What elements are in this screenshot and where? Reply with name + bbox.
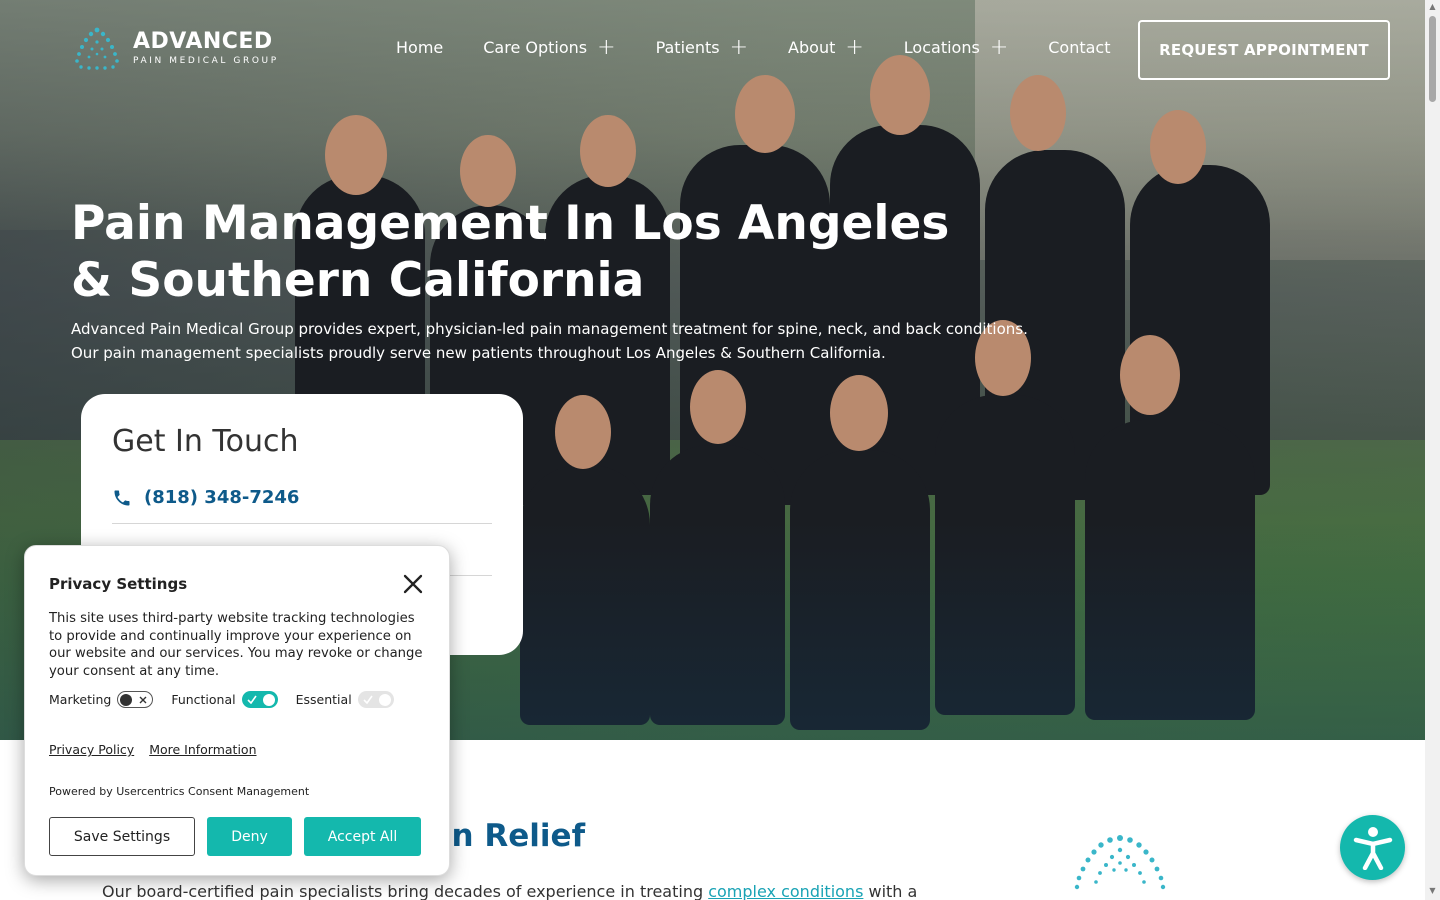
powered-by-text: Powered by Usercentrics Consent Manageme… [49,785,310,798]
phone-number: (818) 348-7246 [144,487,300,508]
team-photo-figure [870,55,930,135]
nav-item-about[interactable]: About + [788,36,864,58]
toggle-label: Functional [171,692,236,707]
scroll-down-arrow-icon[interactable]: ▼ [1425,886,1440,898]
team-photo-figure [555,395,611,469]
section-text-before: Our board-certified pain specialists bri… [102,882,709,900]
more-information-link[interactable]: More Information [149,742,256,757]
nav-item-label: Care Options [483,38,588,57]
essential-toggle [357,691,394,708]
toggle-group-functional: Functional [171,691,278,708]
divider [112,523,492,524]
scroll-thumb[interactable] [1429,16,1436,102]
toggle-label: Essential [295,692,352,707]
privacy-title: Privacy Settings [49,575,188,593]
logo-mark-icon [75,27,119,70]
nav-item-patients[interactable]: Patients + [655,36,748,58]
section-text: Our board-certified pain specialists bri… [102,882,917,900]
accessibility-icon [1353,826,1392,870]
toggle-knob [378,693,391,706]
dots-logo-icon [1074,835,1166,890]
nav-item-locations[interactable]: Locations + [903,36,1008,58]
team-photo-figure [1150,110,1206,184]
plus-icon[interactable]: + [990,36,1008,58]
main-nav: Home Care Options + Patients + About + L… [396,36,1111,58]
marketing-toggle[interactable] [117,691,154,708]
privacy-links: Privacy Policy More Information [49,742,425,757]
save-settings-button[interactable]: Save Settings [49,817,195,856]
nav-item-label: Locations [903,38,980,57]
nav-item-label: Patients [655,38,720,57]
privacy-policy-link[interactable]: Privacy Policy [49,742,134,757]
nav-item-care-options[interactable]: Care Options + [483,36,615,58]
toggle-label: Marketing [49,692,112,707]
scroll-up-arrow-icon[interactable]: ▲ [1425,2,1440,14]
logo-sub-text: PAIN MEDICAL GROUP [133,56,279,66]
nav-item-label: Home [396,38,444,57]
team-photo-figure [735,75,795,153]
close-icon[interactable] [403,574,423,594]
toggle-knob [120,693,133,706]
functional-toggle[interactable] [241,691,278,708]
page-scrollbar[interactable]: ▲ ▼ [1425,0,1440,900]
consent-toggles: Marketing Functional Essential [49,691,425,708]
phone-icon [114,490,130,505]
plus-icon[interactable]: + [845,36,863,58]
toggle-knob [262,693,275,706]
complex-conditions-link[interactable]: complex conditions [708,882,863,900]
plus-icon[interactable]: + [597,36,615,58]
hero-title-line2: & Southern California [71,253,645,308]
get-in-touch-title: Get In Touch [112,424,299,459]
accessibility-button[interactable] [1340,815,1405,880]
deny-button[interactable]: Deny [207,817,292,856]
phone-link[interactable]: (818) 348-7246 [112,487,492,508]
section-text-after: with a [863,882,918,900]
nav-item-label: About [788,38,836,57]
accept-all-button[interactable]: Accept All [304,817,421,856]
logo-main-text: ADVANCED [133,29,273,54]
team-photo-figure [690,370,746,444]
hero-desc-line1: Advanced Pain Medical Group provides exp… [71,320,1028,338]
team-photo-figure [1120,335,1180,415]
x-icon [139,696,147,703]
team-photo-figure [830,375,888,451]
hero-title-line1: Pain Management In Los Angeles [71,196,950,251]
check-icon [247,695,257,704]
hero-description: Advanced Pain Medical Group provides exp… [71,317,1041,365]
check-icon [363,695,373,704]
privacy-settings-dialog: Privacy Settings This site uses third-pa… [24,545,450,876]
nav-item-contact[interactable]: Contact [1048,38,1110,57]
hero-title: Pain Management In Los Angeles & Souther… [71,195,971,309]
plus-icon[interactable]: + [730,36,748,58]
toggle-group-marketing: Marketing [49,691,154,708]
privacy-buttons: Save Settings Deny Accept All [49,817,425,856]
nav-item-label: Contact [1048,38,1111,57]
hero-desc-line2: Our pain management specialists proudly … [71,344,886,362]
team-photo-figure [325,115,387,195]
privacy-text: This site uses third-party website track… [49,611,423,679]
nav-item-home[interactable]: Home [396,38,443,57]
team-photo-figure [580,115,636,187]
site-logo[interactable]: ADVANCED PAIN MEDICAL GROUP [71,24,279,74]
request-appointment-button[interactable]: REQUEST APPOINTMENT [1138,20,1390,80]
toggle-group-essential: Essential [296,691,394,708]
team-photo-figure [1010,75,1066,151]
